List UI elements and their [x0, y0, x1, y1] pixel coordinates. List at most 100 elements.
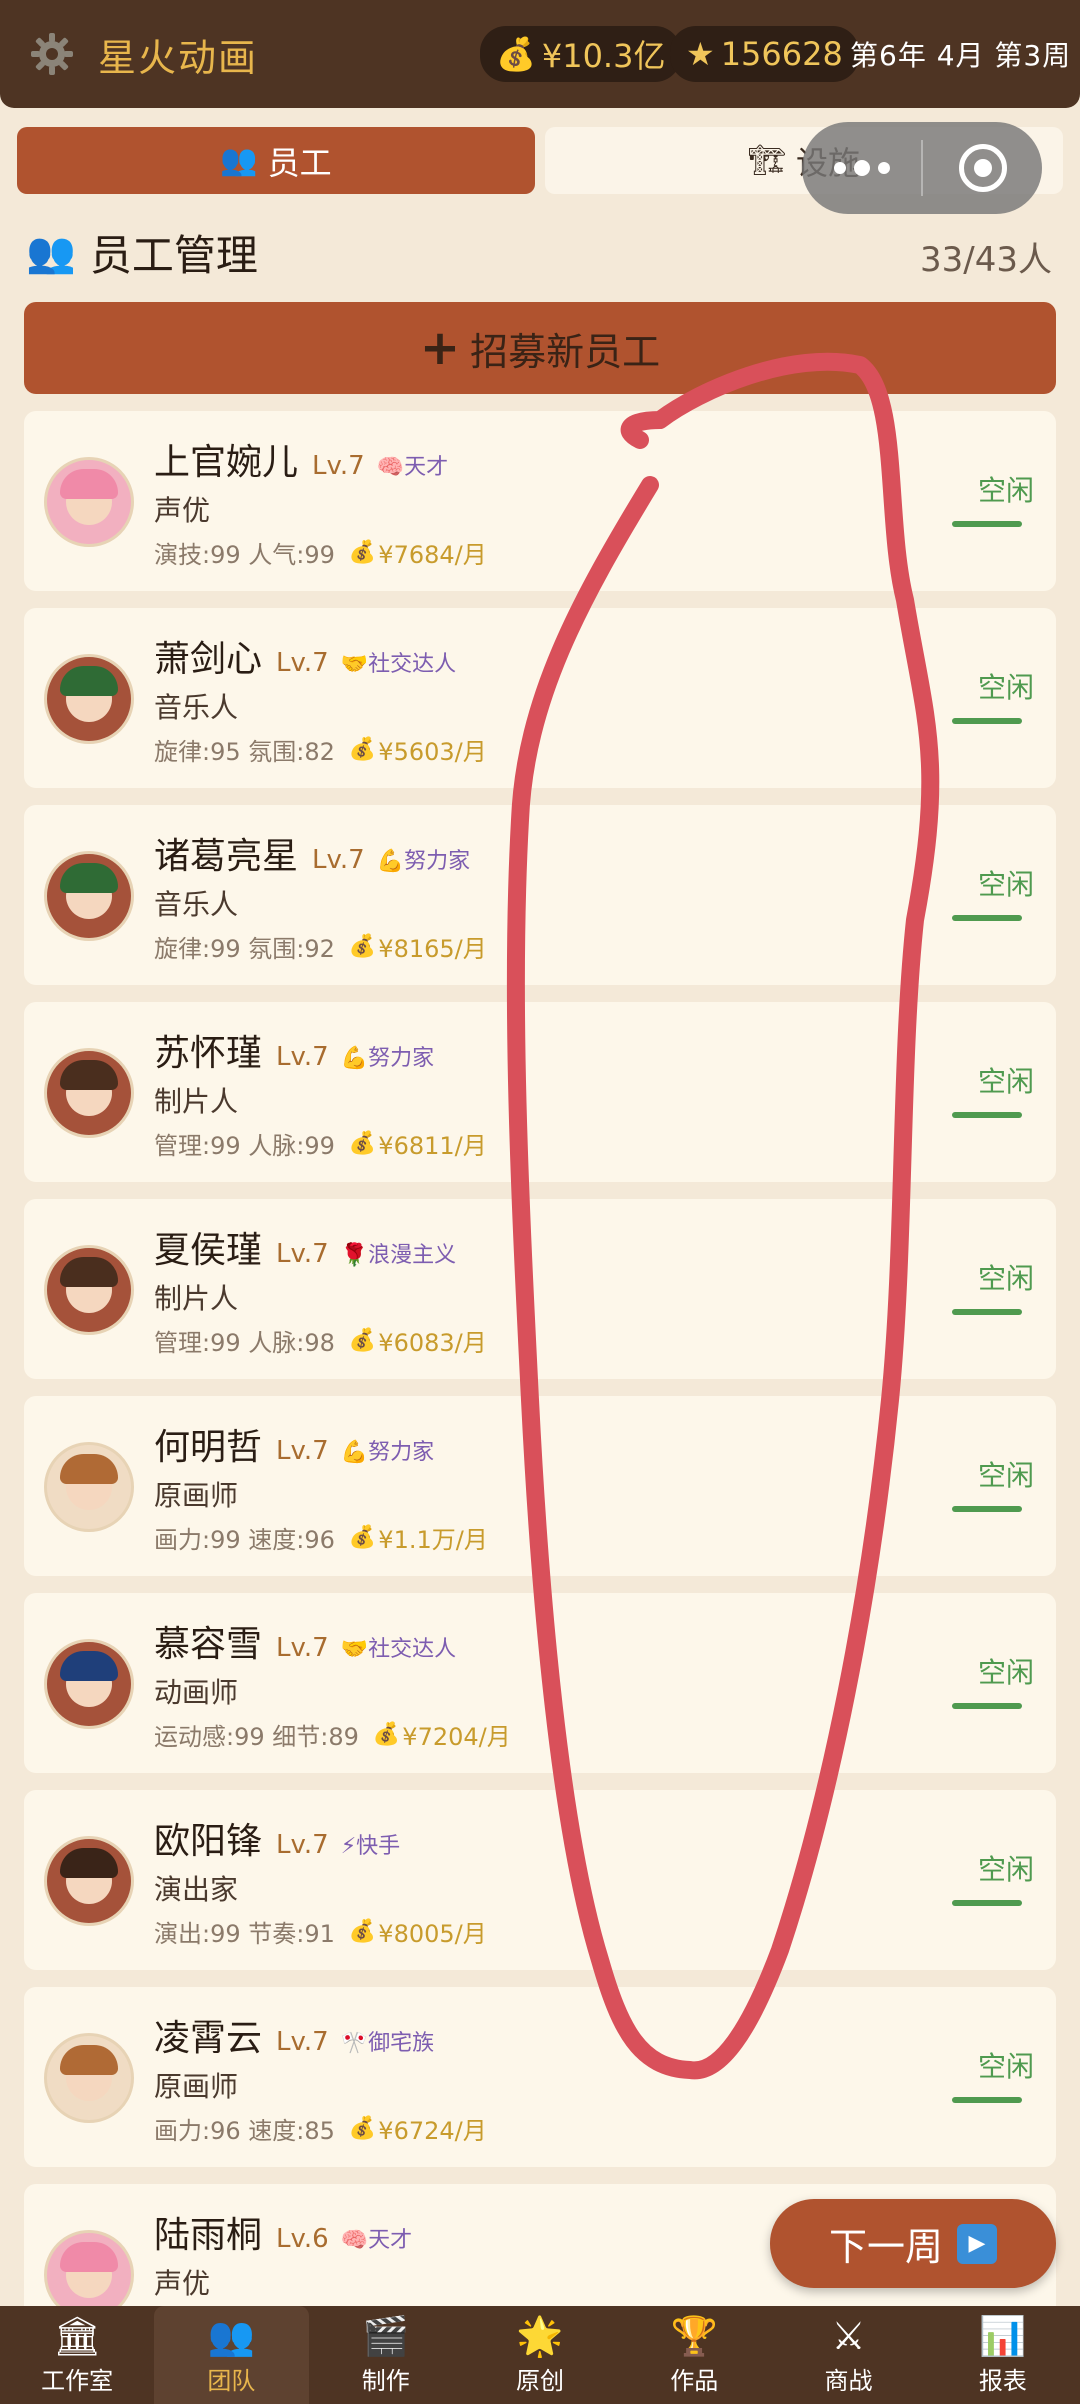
- avatar: [44, 1836, 134, 1926]
- app-title: 星火动画: [98, 35, 259, 80]
- employee-stats: 管理:99 人脉:98 💰 ¥6083/月: [154, 1323, 487, 1358]
- gear-icon[interactable]: [22, 24, 82, 84]
- employee-card[interactable]: 慕容雪 Lv.7 🤝社交达人 动画师 运动感:99 细节:89 💰 ¥7204/月…: [24, 1593, 1056, 1773]
- employee-role: 声优: [154, 2267, 211, 2300]
- trait-icon: 🌹: [340, 1243, 369, 1268]
- employee-name: 何明哲: [154, 1427, 263, 1468]
- section-title-text: 员工管理: [89, 231, 258, 280]
- employee-card[interactable]: 夏侯瑾 Lv.7 🌹浪漫主义 制片人 管理:99 人脉:98 💰 ¥6083/月 …: [24, 1199, 1056, 1379]
- salary: 💰 ¥6811/月: [349, 1126, 487, 1161]
- name-row: 慕容雪 Lv.7 🤝社交达人: [154, 1615, 456, 1667]
- trait-icon: 💪: [376, 849, 405, 874]
- salary: 💰 ¥7684/月: [349, 535, 487, 570]
- salary-value: ¥7204/月: [402, 1723, 511, 1751]
- nav-item-trophy[interactable]: 🏆 作品: [617, 2306, 771, 2404]
- salary: 💰 ¥6724/月: [349, 2111, 487, 2146]
- employee-card[interactable]: 上官婉儿 Lv.7 🧠天才 声优 演技:99 人气:99 💰 ¥7684/月 空闲: [24, 411, 1056, 591]
- employee-name: 上官婉儿: [154, 442, 299, 483]
- status-bar: [952, 915, 1022, 921]
- miniprogram-capsule: [802, 122, 1042, 214]
- employee-level: Lv.7: [276, 1830, 329, 1860]
- employee-level: Lv.7: [276, 1239, 329, 1269]
- money-bag-icon: 💰: [348, 1131, 377, 1156]
- employee-card[interactable]: 萧剑心 Lv.7 🤝社交达人 音乐人 旋律:95 氛围:82 💰 ¥5603/月 …: [24, 608, 1056, 788]
- name-row: 欧阳锋 Lv.7 ⚡快手: [154, 1812, 400, 1864]
- money-bag-icon: 💰: [372, 1722, 401, 1747]
- name-row: 萧剑心 Lv.7 🤝社交达人: [154, 630, 456, 682]
- star-value: 156628: [720, 35, 843, 73]
- salary: 💰 ¥6083/月: [349, 1323, 487, 1358]
- employee-stats: 演出:99 节奏:91 💰 ¥8005/月: [154, 1914, 487, 1949]
- trophy-icon: 🏆: [670, 2313, 718, 2358]
- avatar: [44, 2033, 134, 2123]
- salary-value: ¥1.1万/月: [378, 1526, 488, 1554]
- employee-role: 制片人: [154, 1282, 239, 1315]
- next-week-button[interactable]: 下一周 ▶: [770, 2199, 1056, 2288]
- employee-name: 慕容雪: [154, 1624, 263, 1665]
- bottom-nav: 🏛 工作室 👥 团队 🎬 制作 🌟 原创 🏆 作品 ⚔ 商战 📊 报表: [0, 2306, 1080, 2404]
- stat-text: 画力:96 速度:85: [154, 2117, 335, 2145]
- money-bag-icon: 💰: [348, 1919, 377, 1944]
- employee-stats: 旋律:99 氛围:92 💰 ¥8165/月: [154, 929, 487, 964]
- nav-item-clapper[interactable]: 🎬 制作: [309, 2306, 463, 2404]
- name-row: 何明哲 Lv.7 💪努力家: [154, 1418, 434, 1470]
- chart-icon: 📊: [979, 2313, 1027, 2358]
- nav-item-chart[interactable]: 📊 报表: [926, 2306, 1080, 2404]
- stat-text: 画力:99 速度:96: [154, 1526, 335, 1554]
- trait-icon: 💪: [340, 1440, 369, 1465]
- name-row: 夏侯瑾 Lv.7 🌹浪漫主义: [154, 1221, 456, 1273]
- trait-label: 努力家: [368, 1440, 435, 1465]
- more-icon[interactable]: [802, 160, 921, 176]
- employee-role: 动画师: [154, 1676, 239, 1709]
- employee-card[interactable]: 欧阳锋 Lv.7 ⚡快手 演出家 演出:99 节奏:91 💰 ¥8005/月 空闲: [24, 1790, 1056, 1970]
- nav-item-building[interactable]: 🏛 工作室: [0, 2306, 154, 2404]
- status-label: 空闲: [977, 474, 1034, 507]
- avatar: [44, 1245, 134, 1335]
- salary: 💰 ¥8005/月: [349, 1914, 487, 1949]
- trait-badge: 🧠天才: [341, 2222, 412, 2254]
- stat-text: 旋律:99 氛围:92: [154, 935, 335, 963]
- status-bar: [952, 1309, 1022, 1315]
- nav-label: 工作室: [41, 2366, 114, 2395]
- trait-badge: 🤝社交达人: [341, 646, 456, 678]
- salary: 💰 ¥5603/月: [349, 732, 487, 767]
- name-row: 苏怀瑾 Lv.7 💪努力家: [154, 1024, 434, 1076]
- employee-level: Lv.7: [276, 648, 329, 678]
- employee-role: 原画师: [154, 1479, 239, 1512]
- status-label: 空闲: [977, 671, 1034, 704]
- trait-label: 浪漫主义: [368, 1243, 457, 1268]
- employee-card[interactable]: 何明哲 Lv.7 💪努力家 原画师 画力:99 速度:96 💰 ¥1.1万/月 空…: [24, 1396, 1056, 1576]
- team-icon: 👥: [207, 2313, 256, 2358]
- employee-name: 欧阳锋: [154, 1821, 263, 1862]
- nav-item-team[interactable]: 👥 团队: [154, 2306, 309, 2404]
- trait-label: 社交达人: [368, 652, 457, 677]
- close-target-icon[interactable]: [923, 144, 1042, 192]
- status-label: 空闲: [977, 2050, 1034, 2083]
- recruit-button[interactable]: + 招募新员工: [24, 302, 1056, 394]
- nav-label: 原创: [515, 2366, 564, 2395]
- trait-badge: 🌹浪漫主义: [341, 1237, 456, 1269]
- nav-item-spark[interactable]: 🌟 原创: [463, 2306, 617, 2404]
- nav-item-swords[interactable]: ⚔ 商战: [771, 2306, 925, 2404]
- employee-level: Lv.7: [276, 1633, 329, 1663]
- nav-label: 制作: [361, 2366, 410, 2395]
- employee-name: 陆雨桐: [154, 2215, 263, 2256]
- trait-badge: 🧠天才: [377, 449, 448, 481]
- employee-card[interactable]: 苏怀瑾 Lv.7 💪努力家 制片人 管理:99 人脉:99 💰 ¥6811/月 空…: [24, 1002, 1056, 1182]
- building-icon: 🏛: [53, 2313, 102, 2358]
- employee-stats: 画力:96 速度:85 💰 ¥6724/月: [154, 2111, 487, 2146]
- status-bar: [952, 521, 1022, 527]
- money-badge: 💰 ¥10.3亿: [480, 26, 682, 82]
- spark-icon: 🌟: [516, 2313, 564, 2358]
- name-row: 凌霄云 Lv.7 🎌御宅族: [154, 2009, 434, 2061]
- clapper-icon: 🎬: [362, 2313, 410, 2358]
- trait-label: 努力家: [404, 849, 471, 874]
- tab-staff-label: 员工: [267, 143, 332, 182]
- name-row: 诸葛亮星 Lv.7 💪努力家: [154, 827, 470, 879]
- trait-icon: 💪: [340, 1046, 369, 1071]
- employee-card[interactable]: 诸葛亮星 Lv.7 💪努力家 音乐人 旋律:99 氛围:92 💰 ¥8165/月 …: [24, 805, 1056, 985]
- tab-staff[interactable]: 👥 员工: [17, 127, 535, 194]
- employee-card[interactable]: 凌霄云 Lv.7 🎌御宅族 原画师 画力:96 速度:85 💰 ¥6724/月 空…: [24, 1987, 1056, 2167]
- employee-role: 制片人: [154, 1085, 239, 1118]
- status-bar: [952, 1703, 1022, 1709]
